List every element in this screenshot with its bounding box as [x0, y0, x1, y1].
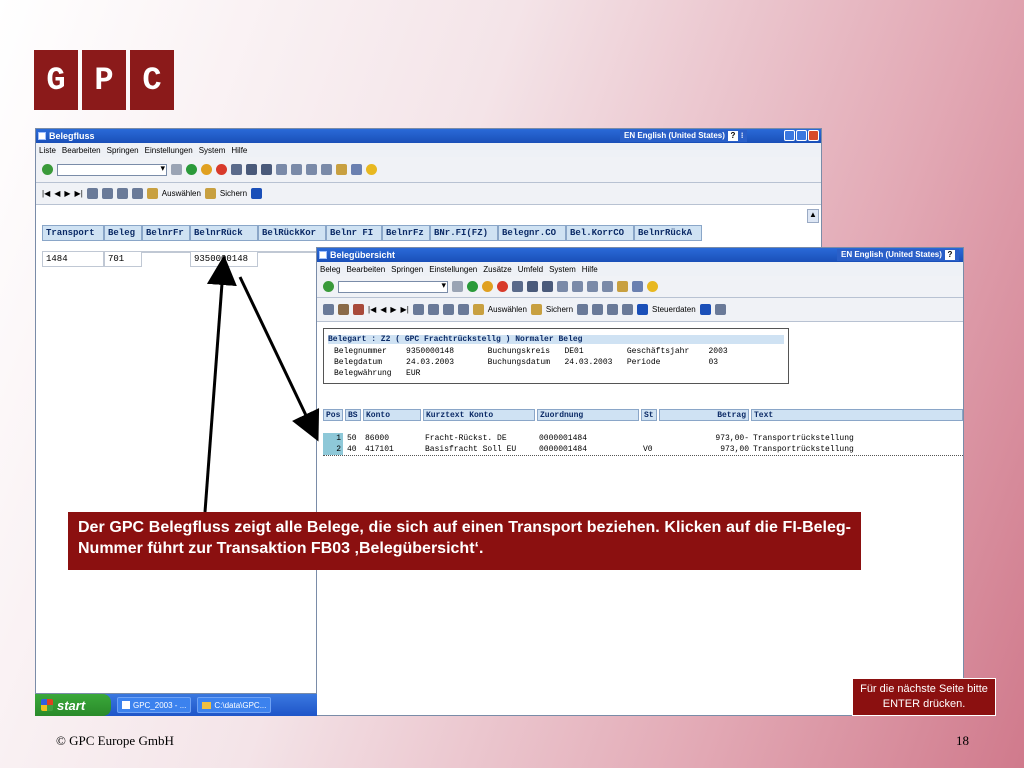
page-number: 18: [956, 733, 969, 748]
copyright-footer: © GPC Europe GmbH: [56, 733, 174, 748]
arrow-to-fi-number: [203, 255, 237, 513]
annotation-arrows: [203, 255, 320, 513]
arrow-to-overview: [238, 276, 320, 442]
next-page-hint: Für die nächste Seite bitte ENTER drücke…: [852, 678, 996, 716]
explanation-callout: Der GPC Belegfluss zeigt alle Belege, di…: [68, 512, 861, 570]
